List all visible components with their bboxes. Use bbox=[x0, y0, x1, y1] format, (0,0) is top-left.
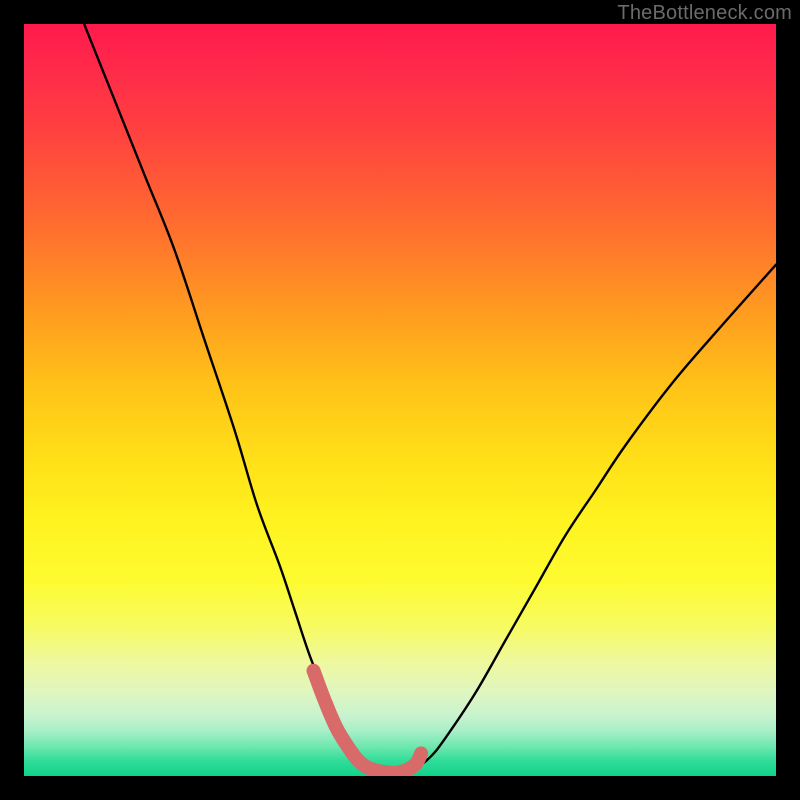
bottleneck-curve-svg bbox=[24, 24, 776, 776]
bottleneck-curve bbox=[84, 24, 776, 773]
chart-frame: TheBottleneck.com bbox=[0, 0, 800, 800]
watermark-text: TheBottleneck.com bbox=[617, 2, 792, 25]
plot-area bbox=[24, 24, 776, 776]
highlight-band bbox=[314, 671, 422, 773]
